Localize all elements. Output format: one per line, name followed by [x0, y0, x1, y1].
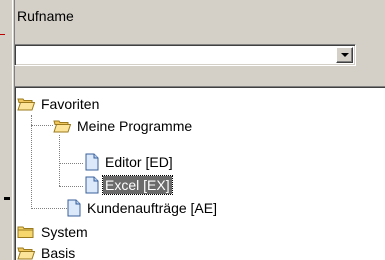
- tree-connector: [59, 135, 60, 186]
- tree-item-label: Basis: [41, 245, 76, 260]
- dropdown-button[interactable]: [336, 47, 353, 63]
- folder-open-icon: [17, 247, 35, 260]
- tree-connector: [59, 186, 83, 187]
- tree-connector: [59, 163, 83, 164]
- dialog-window: Rufname Favoriten Meine Programme Editor…: [0, 0, 385, 260]
- tree-item-label: Kundenaufträge [AE]: [87, 200, 217, 216]
- chevron-down-icon: [341, 53, 349, 57]
- rufname-label: Rufname: [17, 8, 74, 24]
- tree-item-label: Editor [ED]: [105, 154, 173, 170]
- favorites-tree[interactable]: Favoriten Meine Programme Editor [ED] Ex…: [14, 86, 385, 260]
- black-marker: [4, 197, 10, 200]
- document-icon: [85, 153, 99, 171]
- folder-open-icon: [17, 98, 35, 111]
- tree-item-favoriten[interactable]: Favoriten: [17, 94, 101, 114]
- window-frame-edge: [0, 0, 15, 260]
- tree-item-meine-programme[interactable]: Meine Programme: [53, 116, 194, 136]
- rufname-combobox[interactable]: [14, 44, 356, 66]
- folder-open-icon: [53, 120, 71, 133]
- red-marker: [0, 34, 5, 35]
- document-icon: [67, 199, 81, 217]
- tree-connector: [31, 208, 67, 209]
- tree-connector: [31, 115, 32, 209]
- tree-item-label: Favoriten: [41, 96, 100, 112]
- folder-closed-icon: [17, 226, 34, 238]
- tree-connector: [31, 125, 53, 126]
- tree-item-label: Excel [EX]: [102, 175, 173, 195]
- document-icon: [85, 176, 99, 194]
- tree-item-editor[interactable]: Editor [ED]: [85, 152, 175, 172]
- tree-item-label: System: [41, 224, 88, 240]
- tree-item-basis[interactable]: Basis: [17, 243, 77, 260]
- tree-item-kundenauftraege[interactable]: Kundenaufträge [AE]: [67, 198, 219, 218]
- tree-item-system[interactable]: System: [17, 222, 90, 242]
- tree-item-label: Meine Programme: [77, 118, 193, 134]
- tree-item-excel[interactable]: Excel [EX]: [85, 175, 173, 195]
